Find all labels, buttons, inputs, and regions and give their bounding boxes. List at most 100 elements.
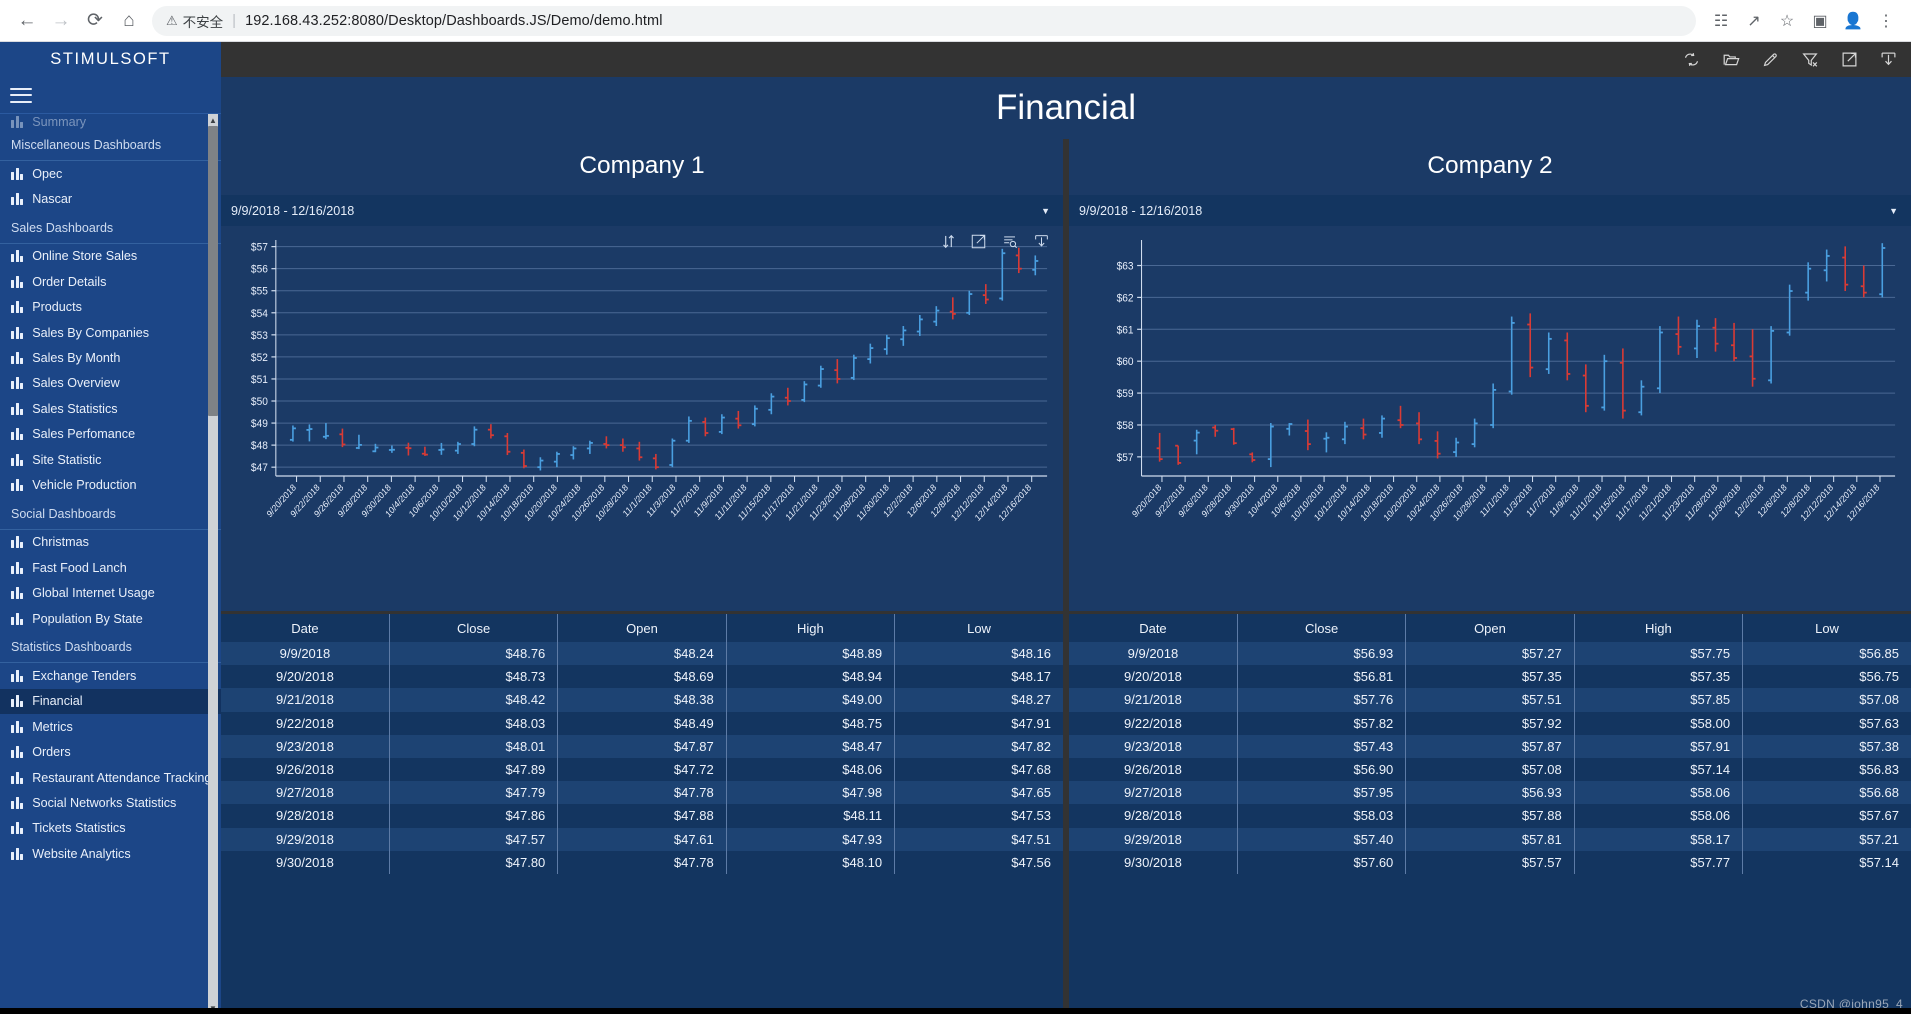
sort-icon[interactable] [942, 234, 955, 249]
ohlc-bar [554, 452, 560, 467]
sidebar-scrollbar-thumb[interactable] [208, 126, 218, 416]
sidebar-item-orders[interactable]: Orders [0, 739, 221, 764]
share-icon[interactable]: ↗ [1739, 6, 1769, 36]
export-download-icon[interactable] [1034, 234, 1049, 249]
sidebar-item-sales-perfomance[interactable]: Sales Perfomance [0, 422, 221, 447]
export-download-icon[interactable] [1880, 51, 1897, 68]
chart-bars-icon [11, 772, 23, 784]
chart-company-1[interactable]: $47$48$49$50$51$52$53$54$55$56$579/20/20… [221, 226, 1063, 611]
table-row[interactable]: 9/20/2018$56.81$57.35$57.35$56.75 [1069, 665, 1911, 688]
sidebar-scroll-area[interactable]: Summary Miscellaneous DashboardsOpecNasc… [0, 114, 221, 1014]
sidebar-item-vehicle-production[interactable]: Vehicle Production [0, 472, 221, 497]
sidebar-item-website-analytics[interactable]: Website Analytics [0, 841, 221, 866]
sidebar-item-opec[interactable]: Opec [0, 161, 221, 186]
sidebar-item-financial[interactable]: Financial [0, 689, 221, 714]
table-row[interactable]: 9/21/2018$57.76$57.51$57.85$57.08 [1069, 688, 1911, 711]
filter-search-icon[interactable] [1002, 234, 1018, 249]
sidebar-item-tickets-statistics[interactable]: Tickets Statistics [0, 816, 221, 841]
sidebar-item-summary[interactable]: Summary [0, 115, 221, 129]
chevron-down-icon[interactable]: ▼ [1889, 206, 1898, 216]
table-row[interactable]: 9/29/2018$47.57$47.61$47.93$47.51 [221, 828, 1063, 851]
table-row[interactable]: 9/27/2018$57.95$56.93$58.06$56.68 [1069, 781, 1911, 804]
ohlc-bar [1601, 355, 1607, 411]
table-row[interactable]: 9/28/2018$47.86$47.88$48.11$47.53 [221, 804, 1063, 827]
profile-icon[interactable]: 👤 [1838, 6, 1868, 36]
refresh-icon[interactable] [1683, 51, 1700, 68]
column-header[interactable]: Date [221, 614, 389, 642]
column-header[interactable]: High [726, 614, 894, 642]
table-row[interactable]: 9/27/2018$47.79$47.78$47.98$47.65 [221, 781, 1063, 804]
column-header[interactable]: Open [558, 614, 726, 642]
back-arrow-icon[interactable]: ← [10, 4, 44, 38]
sidebar-item-population-by-state[interactable]: Population By State [0, 606, 221, 631]
column-header[interactable]: High [1574, 614, 1742, 642]
table-row[interactable]: 9/23/2018$57.43$57.87$57.91$57.38 [1069, 735, 1911, 758]
table-row[interactable]: 9/26/2018$47.89$47.72$48.06$47.68 [221, 758, 1063, 781]
chart-bars-icon [11, 695, 23, 707]
table-row[interactable]: 9/20/2018$48.73$48.69$48.94$48.17 [221, 665, 1063, 688]
sidebar-item-sales-by-companies[interactable]: Sales By Companies [0, 320, 221, 345]
chart-bars-icon [11, 193, 23, 205]
table-cell: $48.47 [726, 735, 894, 758]
home-icon[interactable]: ⌂ [112, 4, 146, 38]
sidebar-item-order-details[interactable]: Order Details [0, 269, 221, 294]
scroll-up-arrow[interactable]: ▲ [208, 114, 218, 126]
column-header[interactable]: Close [389, 614, 557, 642]
sidebar-item-metrics[interactable]: Metrics [0, 714, 221, 739]
menu-kebab-icon[interactable]: ⋮ [1871, 6, 1901, 36]
sidebar-item-sales-by-month[interactable]: Sales By Month [0, 345, 221, 370]
sidebar-item-exchange-tenders[interactable]: Exchange Tenders [0, 663, 221, 688]
date-range-selector[interactable]: 9/9/2018 - 12/16/2018 ▼ [1069, 195, 1911, 226]
os-taskbar [0, 1008, 1911, 1014]
reload-icon[interactable]: ⟳ [78, 4, 112, 38]
table-cell: $48.27 [895, 688, 1063, 711]
ohlc-bar [521, 450, 527, 469]
sidebar-item-christmas[interactable]: Christmas [0, 530, 221, 555]
date-range-selector[interactable]: 9/9/2018 - 12/16/2018 ▼ [221, 195, 1063, 226]
table-company-2[interactable]: DateCloseOpenHighLow 9/9/2018$56.93$57.2… [1069, 611, 1911, 1014]
ohlc-bar [1016, 248, 1022, 273]
column-header[interactable]: Low [1743, 614, 1911, 642]
table-row[interactable]: 9/28/2018$58.03$57.88$58.06$57.67 [1069, 804, 1911, 827]
table-row[interactable]: 9/23/2018$48.01$47.87$48.47$47.82 [221, 735, 1063, 758]
forward-arrow-icon[interactable]: → [44, 4, 78, 38]
fullscreen-icon[interactable] [1841, 51, 1858, 68]
table-company-1[interactable]: DateCloseOpenHighLow 9/9/2018$48.76$48.2… [221, 611, 1063, 1014]
sidepanel-icon[interactable]: ▣ [1805, 6, 1835, 36]
table-row[interactable]: 9/26/2018$56.90$57.08$57.14$56.83 [1069, 758, 1911, 781]
table-row[interactable]: 9/9/2018$48.76$48.24$48.89$48.16 [221, 642, 1063, 665]
column-header[interactable]: Close [1237, 614, 1405, 642]
hamburger-menu-icon[interactable] [10, 88, 32, 103]
table-row[interactable]: 9/30/2018$57.60$57.57$57.77$57.14 [1069, 851, 1911, 874]
chart-company-2[interactable]: $57$58$59$60$61$62$639/20/20189/22/20189… [1069, 226, 1911, 611]
sidebar-item-site-statistic[interactable]: Site Statistic [0, 447, 221, 472]
table-row[interactable]: 9/30/2018$47.80$47.78$48.10$47.56 [221, 851, 1063, 874]
table-cell: $57.57 [1406, 851, 1574, 874]
table-row[interactable]: 9/22/2018$57.82$57.92$58.00$57.63 [1069, 712, 1911, 735]
table-row[interactable]: 9/21/2018$48.42$48.38$49.00$48.27 [221, 688, 1063, 711]
column-header[interactable]: Low [895, 614, 1063, 642]
chevron-down-icon[interactable]: ▼ [1041, 206, 1050, 216]
sidebar-item-social-networks-statistics[interactable]: Social Networks Statistics [0, 790, 221, 815]
table-row[interactable]: 9/29/2018$57.40$57.81$58.17$57.21 [1069, 828, 1911, 851]
fullscreen-icon[interactable] [971, 234, 986, 249]
sidebar-item-nascar[interactable]: Nascar [0, 186, 221, 211]
column-header[interactable]: Date [1069, 614, 1237, 642]
edit-pencil-icon[interactable] [1762, 51, 1779, 68]
sidebar-item-global-internet-usage[interactable]: Global Internet Usage [0, 580, 221, 605]
sidebar-item-fast-food-lanch[interactable]: Fast Food Lanch [0, 555, 221, 580]
sidebar-item-online-store-sales[interactable]: Online Store Sales [0, 244, 221, 269]
sidebar-item-sales-statistics[interactable]: Sales Statistics [0, 396, 221, 421]
open-folder-icon[interactable] [1722, 51, 1740, 68]
table-cell: 9/27/2018 [1069, 781, 1237, 804]
sidebar-item-products[interactable]: Products [0, 295, 221, 320]
translate-icon[interactable]: ☷ [1706, 6, 1736, 36]
table-row[interactable]: 9/9/2018$56.93$57.27$57.75$56.85 [1069, 642, 1911, 665]
bookmark-star-icon[interactable]: ☆ [1772, 6, 1802, 36]
table-row[interactable]: 9/22/2018$48.03$48.49$48.75$47.91 [221, 712, 1063, 735]
clear-filter-icon[interactable] [1801, 51, 1819, 68]
address-bar[interactable]: ⚠ 不安全 | 192.168.43.252:8080/Desktop/Dash… [152, 6, 1696, 36]
column-header[interactable]: Open [1406, 614, 1574, 642]
sidebar-item-restaurant-attendance-tracking[interactable]: Restaurant Attendance Tracking [0, 765, 221, 790]
sidebar-item-sales-overview[interactable]: Sales Overview [0, 371, 221, 396]
